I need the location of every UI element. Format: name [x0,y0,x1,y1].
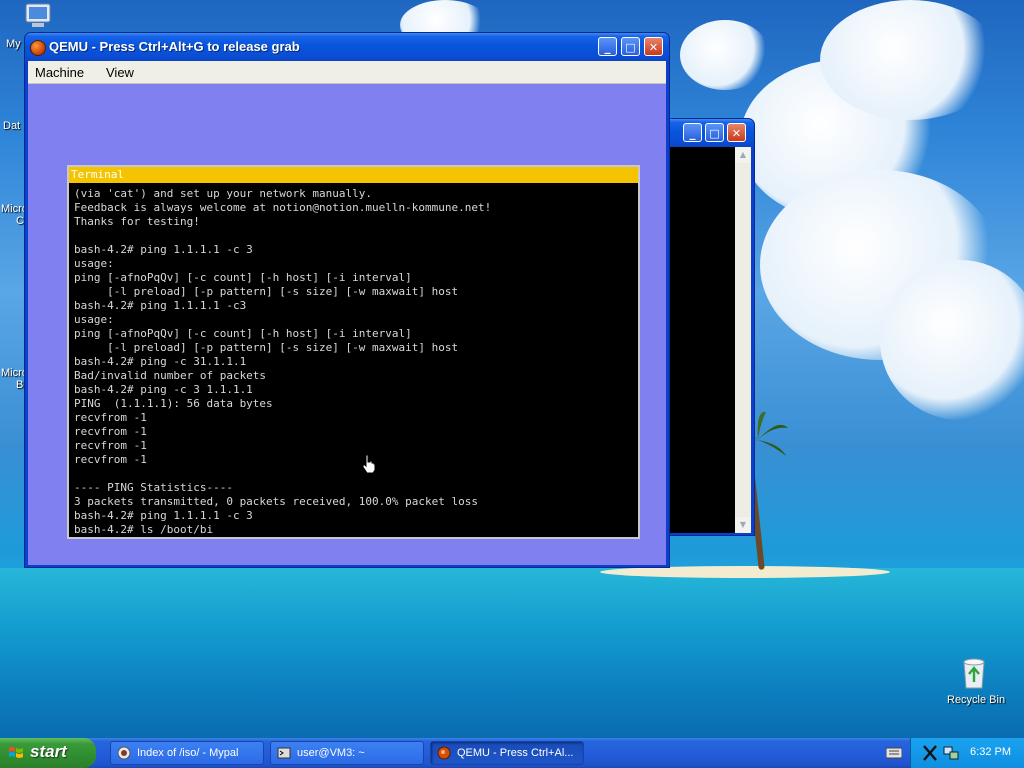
terminal-line: recvfrom -1 [74,411,147,424]
qemu-icon [437,746,451,760]
terminal-line: ping [-afnoPqQv] [-c count] [-h host] [-… [74,271,412,284]
taskbar: start Index of /iso/ - Mypal user@VM3: ~… [0,738,1024,768]
menu-machine[interactable]: Machine [35,65,84,80]
keyboard-icon[interactable] [886,747,902,759]
terminal-line: Thanks for testing! [74,215,200,228]
terminal-line: recvfrom -1 [74,453,147,466]
cursor-hand-icon [362,454,376,474]
terminal-title: Terminal [69,167,638,183]
background-window[interactable]: _ □ ✕ ▲ ▼ [666,118,755,536]
background-window-content [670,147,735,533]
terminal-line: bash-4.2# ls /boot/bi_ [74,523,220,535]
cloud [820,0,1000,120]
terminal-line: [-l preload] [-p pattern] [-s size] [-w … [74,341,459,354]
terminal-line: bash-4.2# ping 1.1.1.1 -c3 [74,299,247,312]
terminal-line: bash-4.2# ping -c 31.1.1.1 [74,355,247,368]
maximize-button[interactable]: □ [705,123,724,142]
terminal-line: bash-4.2# ping 1.1.1.1 -c 3 [74,509,253,522]
qemu-icon [30,40,46,56]
desktop-icon-label: B [16,379,24,391]
scroll-down-button[interactable]: ▼ [735,517,751,533]
terminal-line: usage: [74,257,114,270]
terminal-line: 3 packets transmitted, 0 packets receive… [74,495,478,508]
start-button[interactable]: start [0,738,96,768]
menu-view[interactable]: View [106,65,134,80]
computer-icon [25,3,51,27]
windows-flag-icon [9,747,23,758]
terminal-line: usage: [74,313,114,326]
network-icon[interactable] [943,745,959,761]
vm-terminal[interactable]: Terminal (via 'cat') and set up your net… [67,165,640,539]
recycle-bin-icon [963,658,985,689]
desktop-icon-label: C [16,215,24,227]
terminal-line: bash-4.2# ping 1.1.1.1 -c 3 [74,243,253,256]
terminal-line: (via 'cat') and set up your network manu… [74,187,373,200]
clock: 6:32 PM [970,746,1011,758]
system-tray: 6:32 PM [910,738,1024,768]
terminal-line: ping [-afnoPqQv] [-c count] [-h host] [-… [74,327,412,340]
desktop-icon-recycle-bin[interactable]: Recycle Bin [944,656,1006,712]
taskbar-item-mypal[interactable]: Index of /iso/ - Mypal [110,741,264,765]
desktop-icon-label: Dat [3,120,21,132]
start-label: start [30,742,67,761]
sea [0,568,1024,743]
menu-bar: Machine View [28,61,666,84]
taskbar-item-qemu[interactable]: QEMU - Press Ctrl+Al... [430,741,584,765]
x-server-icon[interactable] [923,745,937,761]
terminal-line: bash-4.2# ping -c 3 1.1.1.1 [74,383,253,396]
browser-icon [117,746,131,760]
terminal-line: recvfrom -1 [74,439,147,452]
terminal-icon [277,747,291,759]
terminal-line: recvfrom -1 [74,425,147,438]
window-title: QEMU - Press Ctrl+Alt+G to release grab [49,39,300,54]
close-button[interactable]: ✕ [644,37,663,56]
taskbar-item-terminal[interactable]: user@VM3: ~ [270,741,424,765]
taskbar-item-label: user@VM3: ~ [297,747,365,759]
scroll-up-button[interactable]: ▲ [735,147,751,163]
minimize-button[interactable]: _ [598,37,617,56]
terminal-line: PING (1.1.1.1): 56 data bytes [74,397,273,410]
terminal-line: [-l preload] [-p pattern] [-s size] [-w … [74,285,459,298]
terminal-line: Bad/invalid number of packets [74,369,267,382]
terminal-line: Feedback is always welcome at notion@not… [74,201,492,214]
cloud [880,260,1024,420]
maximize-button[interactable]: □ [621,37,640,56]
close-button[interactable]: ✕ [727,123,746,142]
desktop-icon-my-computer[interactable] [22,2,54,30]
terminal-line: ---- PING Statistics---- [74,481,233,494]
scrollbar[interactable]: ▲ ▼ [735,147,751,533]
recycle-bin-label: Recycle Bin [947,694,1006,706]
terminal-output[interactable]: (via 'cat') and set up your network manu… [74,187,634,535]
cloud [680,20,770,90]
minimize-button[interactable]: _ [683,123,702,142]
taskbar-item-label: QEMU - Press Ctrl+Al... [457,747,574,759]
taskbar-item-label: Index of /iso/ - Mypal [137,747,239,759]
desktop-icon-label: My [6,38,21,50]
